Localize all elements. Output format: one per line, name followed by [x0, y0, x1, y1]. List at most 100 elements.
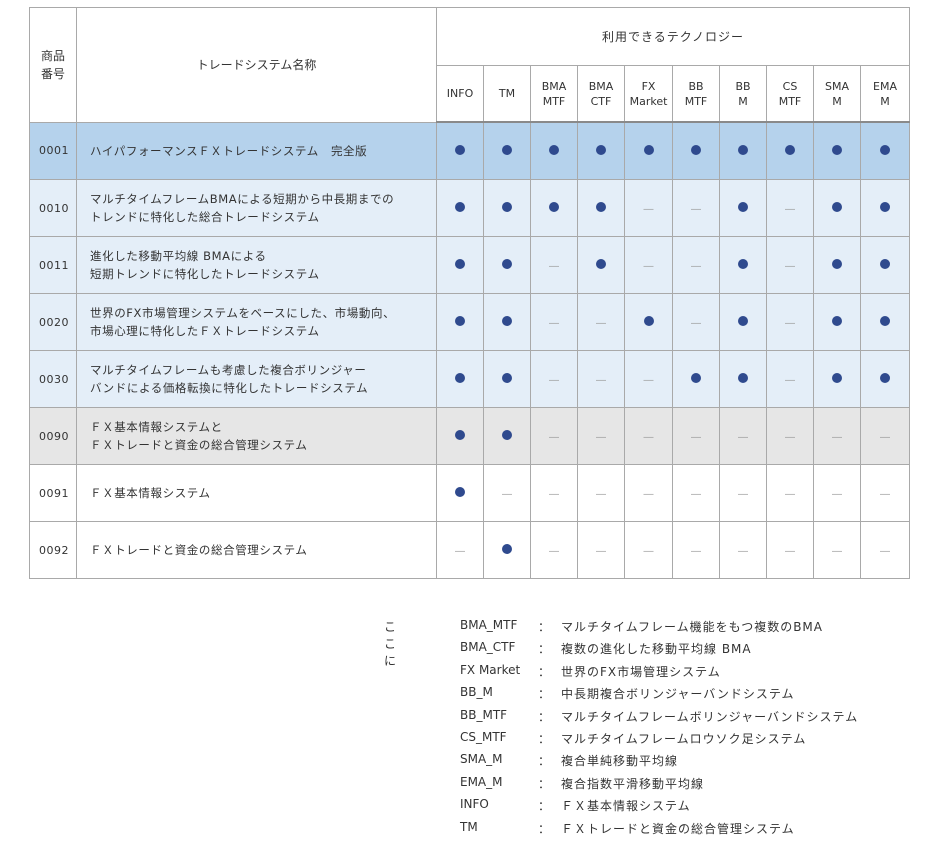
available-dot-icon: [455, 258, 465, 269]
tech-column-label-line1: CS: [782, 79, 798, 93]
tech-availability-cell: ―: [672, 521, 720, 579]
tech-column-header: BB M: [719, 65, 767, 123]
unavailable-dash-icon: ―: [738, 545, 748, 557]
tech-column-header: TM: [483, 65, 531, 123]
product-code-cell: 0090: [29, 407, 77, 465]
unavailable-dash-icon: ―: [596, 317, 606, 329]
available-dot-icon: [549, 201, 559, 212]
table-row: 0091 ＦＸ基本情報システム ― ― ― ― ― ― ― ― ―: [29, 464, 911, 522]
product-code-header-line1: 商品: [40, 48, 65, 63]
system-name-cell: ＦＸ基本情報システム: [76, 464, 437, 522]
system-name-line2: 短期トレンドに特化したトレードシステム: [90, 267, 320, 281]
tech-column-label-line2: MTF: [542, 94, 566, 108]
available-dot-icon: [880, 144, 891, 155]
legend-colon: ：: [538, 620, 551, 634]
available-dot-icon: [880, 201, 891, 212]
available-dot-icon: [502, 144, 512, 155]
tech-availability-cell: [719, 121, 767, 180]
tech-availability-cell: ―: [672, 293, 720, 351]
unavailable-dash-icon: ―: [643, 545, 654, 557]
legend-desc: ＦＸ基本情報システム: [561, 799, 691, 814]
product-code-cell: 0001: [29, 121, 77, 180]
product-code-cell: 0092: [29, 521, 77, 579]
system-name-line1: ＦＸトレードと資金の総合管理システム: [90, 543, 308, 557]
system-name-cell: 進化した移動平均線 BMAによる 短期トレンドに特化したトレードシステム: [76, 236, 437, 294]
tech-availability-cell: ―: [577, 521, 625, 579]
available-dot-icon: [455, 429, 465, 440]
tech-column-label-line2: CTF: [590, 94, 612, 108]
tech-availability-cell: [577, 121, 625, 180]
tech-availability-cell: [577, 236, 625, 294]
table-row: 0030 マルチタイムフレームも考慮した複合ボリンジャー バンドによる価格転換に特化…: [29, 350, 911, 408]
tech-availability-cell: ―: [530, 236, 578, 294]
available-dot-icon: [738, 201, 748, 212]
tech-availability-cell: [483, 121, 531, 180]
tech-availability-cell: ―: [624, 464, 673, 522]
unavailable-dash-icon: ―: [691, 488, 701, 500]
system-name-cell: ＦＸトレードと資金の総合管理システム: [76, 521, 437, 579]
tech-availability-cell: [530, 121, 578, 180]
system-name-cell: 世界のFX市場管理システムをベースにした、市場動向、 市場心理に特化したＦＸトレー…: [76, 293, 437, 351]
tech-availability-cell: ―: [859, 407, 911, 465]
legend-term: BB_M: [460, 685, 493, 700]
unavailable-dash-icon: ―: [502, 488, 512, 500]
unavailable-dash-icon: ―: [832, 431, 842, 443]
legend-colon: ：: [538, 776, 551, 791]
tech-availability-cell: ―: [813, 464, 861, 522]
available-dot-icon: [502, 258, 512, 269]
system-name-line1: 世界のFX市場管理システムをベースにした、市場動向、: [90, 306, 396, 320]
available-dot-icon: [455, 201, 465, 212]
tech-column-label-line1: EMA: [873, 79, 898, 93]
unavailable-dash-icon: ―: [643, 431, 654, 443]
tech-availability-cell: [813, 236, 861, 294]
available-dot-icon: [738, 258, 748, 269]
legend-colon: ：: [538, 709, 551, 724]
tech-column-label-line1: BB: [735, 79, 751, 93]
tech-availability-cell: ―: [672, 179, 720, 237]
product-code-cell: 0091: [29, 464, 77, 522]
available-dot-icon: [832, 144, 842, 155]
tech-availability-cell: ―: [436, 521, 484, 579]
unavailable-dash-icon: ―: [596, 431, 606, 443]
tech-availability-cell: ―: [766, 521, 814, 579]
tech-availability-cell: [624, 293, 673, 351]
unavailable-dash-icon: ―: [785, 317, 795, 329]
system-name-line2: バンドによる価格転換に特化したトレードシステム: [90, 381, 369, 395]
tech-availability-cell: [483, 521, 531, 579]
legend-colon: ：: [538, 732, 551, 746]
legend-term: BB_MTF: [460, 707, 508, 722]
tech-column-label-line2: M: [832, 94, 842, 108]
unavailable-dash-icon: ―: [880, 545, 891, 557]
tech-availability-cell: ―: [530, 293, 578, 351]
tech-column-label-line2: MTF: [684, 94, 708, 108]
tech-availability-cell: [483, 179, 531, 237]
unavailable-dash-icon: ―: [785, 203, 795, 215]
product-code-cell: 0020: [29, 293, 77, 351]
legend-desc: ＦＸトレードと資金の総合管理システム: [561, 821, 795, 836]
tech-availability-cell: ―: [813, 407, 861, 465]
tech-availability-cell: [813, 121, 861, 180]
available-dot-icon: [455, 144, 465, 155]
legend-desc: 複合単純移動平均線: [561, 754, 679, 769]
tech-column-label-line2: M: [880, 94, 890, 108]
tech-availability-cell: ―: [766, 464, 814, 522]
available-dot-icon: [880, 258, 891, 269]
legend-colon: ：: [538, 664, 551, 679]
tech-column-label-line2: MTF: [778, 94, 802, 108]
tech-availability-cell: [483, 293, 531, 351]
unavailable-dash-icon: ―: [549, 260, 559, 272]
system-name-cell: ＦＸ基本情報システムと ＦＸトレードと資金の総合管理システム: [76, 407, 437, 465]
tech-column-label-line1: SMA: [825, 79, 849, 93]
available-dot-icon: [455, 315, 465, 326]
available-dot-icon: [502, 372, 512, 383]
unavailable-dash-icon: ―: [785, 374, 795, 386]
technology-group-header: 利用できるテクノロジー: [435, 7, 911, 66]
tech-availability-cell: [436, 179, 484, 237]
system-name-cell: マルチタイムフレームBMAによる短期から中長期までの トレンドに特化した総合トレー…: [76, 179, 437, 237]
tech-availability-cell: ―: [530, 350, 578, 408]
unavailable-dash-icon: ―: [596, 545, 606, 557]
unavailable-dash-icon: ―: [643, 260, 654, 272]
tech-availability-cell: ―: [624, 236, 673, 294]
legend-desc: 複数の進化した移動平均線 BMA: [561, 642, 752, 657]
unavailable-dash-icon: ―: [880, 488, 891, 500]
